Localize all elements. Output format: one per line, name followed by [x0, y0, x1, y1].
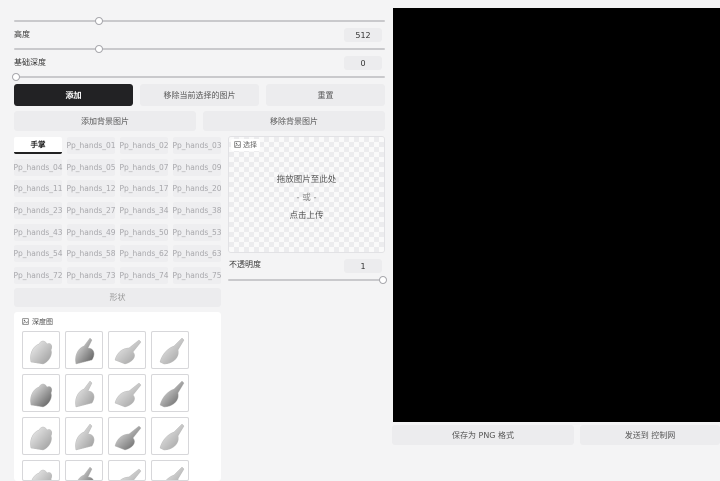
hand-depth-icon — [159, 337, 185, 365]
tab-pp-hands-12[interactable]: Pp_hands_12 — [66, 180, 116, 197]
tab-pp-hands-75[interactable]: Pp_hands_75 — [172, 267, 222, 284]
height-label: 高度 — [14, 30, 30, 39]
tab-pp-hands-01[interactable]: Pp_hands_01 — [66, 137, 116, 154]
hand-depth-icon — [159, 423, 185, 451]
preview-canvas[interactable] — [393, 8, 720, 422]
hand-depth-icon — [75, 337, 95, 365]
hand-depth-icon — [165, 466, 185, 480]
depth-slider-track[interactable] — [14, 76, 385, 78]
shape-button[interactable]: 形状 — [14, 288, 221, 307]
depth-label: 基础深度 — [14, 58, 46, 67]
tab-pp-hands-58[interactable]: Pp_hands_58 — [66, 245, 116, 262]
hand-depth-icon — [114, 382, 142, 408]
tab-pp-hands-49[interactable]: Pp_hands_49 — [66, 224, 116, 241]
tab-pp-hands-05[interactable]: Pp_hands_05 — [66, 159, 116, 176]
tab-pp-hands-11[interactable]: Pp_hands_11 — [13, 180, 63, 197]
tab-pp-hands-23[interactable]: Pp_hands_23 — [13, 202, 63, 219]
hand-thumbnail[interactable] — [65, 460, 103, 481]
image-upload-area[interactable]: 选择 拖放图片至此处 - 或 - 点击上传 — [228, 136, 385, 253]
hand-depth-icon — [77, 466, 94, 480]
hand-thumbnail[interactable] — [65, 374, 103, 412]
top-strip — [0, 0, 393, 8]
hand-thumbnail[interactable] — [65, 417, 103, 455]
hand-depth-icon — [30, 340, 53, 365]
tab-pp-hands-27[interactable]: Pp_hands_27 — [66, 202, 116, 219]
tab-palm[interactable]: 手掌 — [14, 137, 62, 154]
hand-thumbnail[interactable] — [151, 331, 189, 369]
tab-pp-hands-09[interactable]: Pp_hands_09 — [172, 159, 222, 176]
tab-pp-hands-50[interactable]: Pp_hands_50 — [119, 224, 169, 241]
hand-thumbnail[interactable] — [108, 331, 146, 369]
height-input[interactable]: 512 — [344, 28, 382, 42]
upload-drop-text: 拖放图片至此处 — [276, 175, 337, 185]
reset-button[interactable]: 重置 — [266, 84, 385, 106]
remove-selected-button[interactable]: 移除当前选择的图片 — [140, 84, 259, 106]
hand-depth-icon — [30, 383, 53, 408]
add-background-button[interactable]: 添加背景图片 — [14, 111, 196, 131]
tab-pp-hands-17[interactable]: Pp_hands_17 — [119, 180, 169, 197]
opacity-label: 不透明度 — [229, 260, 261, 269]
gallery-title: 深度图 — [32, 318, 53, 326]
hand-depth-icon — [114, 339, 142, 365]
tab-pp-hands-62[interactable]: Pp_hands_62 — [119, 245, 169, 262]
tab-pp-hands-04[interactable]: Pp_hands_04 — [13, 159, 63, 176]
hand-depth-icon — [159, 380, 185, 408]
tab-pp-hands-63[interactable]: Pp_hands_63 — [172, 245, 222, 262]
hand-thumbnail[interactable] — [22, 460, 60, 481]
hand-depth-icon — [30, 426, 53, 451]
hand-thumbnail[interactable] — [22, 331, 60, 369]
tab-pp-hands-53[interactable]: Pp_hands_53 — [172, 224, 222, 241]
hand-thumbnail[interactable] — [151, 374, 189, 412]
hand-depth-icon — [75, 380, 95, 408]
tab-pp-hands-03[interactable]: Pp_hands_03 — [172, 137, 222, 154]
tab-pp-hands-02[interactable]: Pp_hands_02 — [119, 137, 169, 154]
opacity-input[interactable]: 1 — [344, 259, 382, 273]
hand-depth-icon — [114, 425, 142, 451]
tab-pp-hands-73[interactable]: Pp_hands_73 — [66, 267, 116, 284]
opacity-slider-thumb[interactable] — [379, 276, 387, 284]
tab-pp-hands-54[interactable]: Pp_hands_54 — [13, 245, 63, 262]
hand-thumbnail[interactable] — [151, 460, 189, 481]
tab-pp-hands-38[interactable]: Pp_hands_38 — [172, 202, 222, 219]
hand-thumbnail[interactable] — [108, 417, 146, 455]
opacity-slider-track[interactable] — [228, 279, 385, 281]
save-png-button[interactable]: 保存为 PNG 格式 — [392, 425, 574, 445]
add-button[interactable]: 添加 — [14, 84, 133, 106]
tab-pp-hands-43[interactable]: Pp_hands_43 — [13, 224, 63, 241]
height-slider-thumb[interactable] — [95, 45, 103, 53]
depth-input[interactable]: 0 — [344, 56, 382, 70]
image-icon — [22, 317, 29, 327]
width-slider-thumb[interactable] — [95, 17, 103, 25]
upload-tag: 选择 — [231, 139, 260, 151]
depth-slider-thumb[interactable] — [12, 73, 20, 81]
tab-pp-hands-72[interactable]: Pp_hands_72 — [13, 267, 63, 284]
upload-click-text: 点击上传 — [289, 211, 324, 221]
image-icon — [234, 140, 241, 150]
width-slider-track[interactable] — [14, 20, 385, 22]
hand-depth-icon — [120, 468, 142, 480]
hand-thumbnail[interactable] — [22, 417, 60, 455]
hand-thumbnail[interactable] — [108, 374, 146, 412]
hand-thumbnail[interactable] — [65, 331, 103, 369]
height-slider-track[interactable] — [14, 48, 385, 50]
upload-or-text: - 或 - — [296, 193, 317, 203]
hand-thumbnail[interactable] — [22, 374, 60, 412]
hand-depth-icon — [31, 469, 53, 480]
hand-thumbnail[interactable] — [151, 417, 189, 455]
hand-thumbnail[interactable] — [108, 460, 146, 481]
tab-pp-hands-34[interactable]: Pp_hands_34 — [119, 202, 169, 219]
tab-pp-hands-20[interactable]: Pp_hands_20 — [172, 180, 222, 197]
hand-depth-icon — [75, 423, 95, 451]
gallery-header: 深度图 — [22, 317, 53, 327]
upload-tag-label: 选择 — [243, 141, 257, 149]
send-to-controlnet-button[interactable]: 发送到 控制网 — [580, 425, 720, 445]
remove-background-button[interactable]: 移除背景图片 — [203, 111, 385, 131]
tab-pp-hands-07[interactable]: Pp_hands_07 — [119, 159, 169, 176]
tab-pp-hands-74[interactable]: Pp_hands_74 — [119, 267, 169, 284]
